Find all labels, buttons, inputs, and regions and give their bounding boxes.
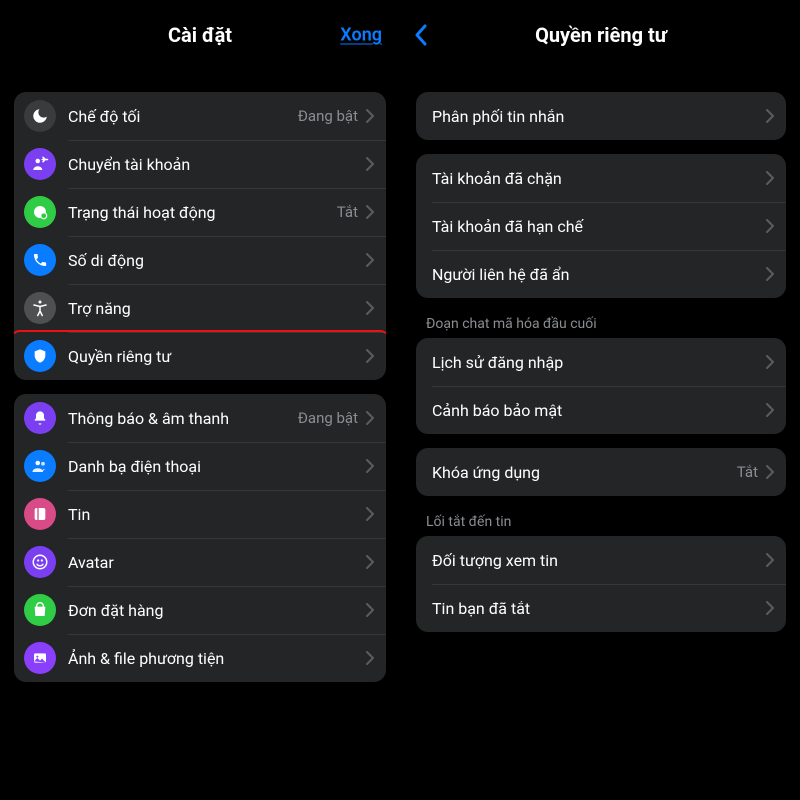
switch-account-icon xyxy=(24,148,56,180)
section-e2e-header: Đoạn chat mã hóa đầu cuối xyxy=(416,298,786,338)
chevron-right-icon xyxy=(766,267,774,281)
row-notifications[interactable]: Thông báo & âm thanh Đang bật xyxy=(14,394,386,442)
navbar-privacy: Quyền riêng tư xyxy=(402,0,800,70)
row-orders[interactable]: Đơn đặt hàng xyxy=(14,586,386,634)
row-label: Quyền riêng tư xyxy=(68,347,362,366)
chevron-right-icon xyxy=(366,507,374,521)
settings-group-1: Chế độ tối Đang bật Chuyển tài khoản Trạ… xyxy=(14,92,386,380)
row-label: Trợ năng xyxy=(68,299,362,318)
accessibility-icon xyxy=(24,292,56,324)
chevron-right-icon xyxy=(766,403,774,417)
row-switch-account[interactable]: Chuyển tài khoản xyxy=(14,140,386,188)
row-active-status[interactable]: Trạng thái hoạt động Tắt xyxy=(14,188,386,236)
row-label: Chế độ tối xyxy=(68,107,298,126)
chevron-right-icon xyxy=(766,465,774,479)
contacts-icon xyxy=(24,450,56,482)
chevron-right-icon xyxy=(766,601,774,615)
chevron-right-icon xyxy=(766,171,774,185)
row-label: Đối tượng xem tin xyxy=(432,551,762,570)
done-button[interactable]: Xong xyxy=(340,25,382,46)
row-accessibility[interactable]: Trợ năng xyxy=(14,284,386,332)
row-label: Khóa ứng dụng xyxy=(432,463,737,482)
row-restricted-accounts[interactable]: Tài khoản đã hạn chế xyxy=(416,202,786,250)
row-label: Ảnh & file phương tiện xyxy=(68,649,362,668)
row-mobile-number[interactable]: Số di động xyxy=(14,236,386,284)
privacy-group-delivery: Phân phối tin nhắn xyxy=(416,92,786,140)
chevron-right-icon xyxy=(766,355,774,369)
orders-icon xyxy=(24,594,56,626)
row-label: Tin xyxy=(68,505,362,524)
bell-icon xyxy=(24,402,56,434)
row-label: Trạng thái hoạt động xyxy=(68,203,337,222)
settings-content: Chế độ tối Đang bật Chuyển tài khoản Trạ… xyxy=(0,92,400,702)
chevron-right-icon xyxy=(366,459,374,473)
chevron-right-icon xyxy=(366,603,374,617)
chevron-right-icon xyxy=(366,253,374,267)
row-label: Danh bạ điện thoại xyxy=(68,457,362,476)
row-value: Đang bật xyxy=(298,409,358,427)
row-label: Avatar xyxy=(68,553,362,572)
row-login-history[interactable]: Lịch sử đăng nhập xyxy=(416,338,786,386)
row-security-alerts[interactable]: Cảnh báo bảo mật xyxy=(416,386,786,434)
row-label: Thông báo & âm thanh xyxy=(68,409,298,428)
screen-settings: Cài đặt Xong Chế độ tối Đang bật Chuyể xyxy=(0,0,400,800)
row-label: Chuyển tài khoản xyxy=(68,155,362,174)
section-story-shortcut-header: Lối tắt đến tin xyxy=(416,496,786,536)
privacy-group-e2e: Lịch sử đăng nhập Cảnh báo bảo mật xyxy=(416,338,786,434)
phone-icon xyxy=(24,244,56,276)
shield-icon xyxy=(24,340,56,372)
chevron-right-icon xyxy=(766,219,774,233)
row-label: Đơn đặt hàng xyxy=(68,601,362,620)
row-media[interactable]: Ảnh & file phương tiện xyxy=(14,634,386,682)
settings-group-2: Thông báo & âm thanh Đang bật Danh bạ đi… xyxy=(14,394,386,682)
media-icon xyxy=(24,642,56,674)
privacy-group-story-shortcut: Đối tượng xem tin Tin bạn đã tắt xyxy=(416,536,786,632)
row-hidden-contacts[interactable]: Người liên hệ đã ẩn xyxy=(416,250,786,298)
row-story[interactable]: Tin xyxy=(14,490,386,538)
row-privacy[interactable]: Quyền riêng tư xyxy=(14,332,386,380)
screen-privacy: Quyền riêng tư Phân phối tin nhắn Tài kh… xyxy=(400,0,800,800)
row-label: Phân phối tin nhắn xyxy=(432,107,762,126)
chevron-right-icon xyxy=(766,553,774,567)
row-message-delivery[interactable]: Phân phối tin nhắn xyxy=(416,92,786,140)
story-icon xyxy=(24,498,56,530)
settings-title: Cài đặt xyxy=(168,23,232,47)
chevron-right-icon xyxy=(366,301,374,315)
privacy-group-applock: Khóa ứng dụng Tắt xyxy=(416,448,786,496)
row-label: Lịch sử đăng nhập xyxy=(432,353,762,372)
row-value: Tắt xyxy=(737,463,758,481)
row-avatar[interactable]: Avatar xyxy=(14,538,386,586)
row-label: Tài khoản đã hạn chế xyxy=(432,217,762,236)
row-muted-stories[interactable]: Tin bạn đã tắt xyxy=(416,584,786,632)
row-app-lock[interactable]: Khóa ứng dụng Tắt xyxy=(416,448,786,496)
privacy-group-accounts: Tài khoản đã chặn Tài khoản đã hạn chế N… xyxy=(416,154,786,298)
row-label: Người liên hệ đã ẩn xyxy=(432,265,762,284)
row-dark-mode[interactable]: Chế độ tối Đang bật xyxy=(14,92,386,140)
chevron-right-icon xyxy=(366,157,374,171)
row-phone-contacts[interactable]: Danh bạ điện thoại xyxy=(14,442,386,490)
row-label: Tin bạn đã tắt xyxy=(432,599,762,618)
row-value: Tắt xyxy=(337,203,358,221)
row-story-audience[interactable]: Đối tượng xem tin xyxy=(416,536,786,584)
back-button[interactable] xyxy=(414,24,428,46)
chevron-right-icon xyxy=(366,555,374,569)
chevron-right-icon xyxy=(366,349,374,363)
privacy-content: Phân phối tin nhắn Tài khoản đã chặn Tài… xyxy=(402,92,800,652)
row-blocked-accounts[interactable]: Tài khoản đã chặn xyxy=(416,154,786,202)
active-status-icon xyxy=(24,196,56,228)
chevron-right-icon xyxy=(366,205,374,219)
row-value: Đang bật xyxy=(298,107,358,125)
chevron-right-icon xyxy=(766,109,774,123)
navbar-settings: Cài đặt Xong xyxy=(0,0,400,70)
row-label: Cảnh báo bảo mật xyxy=(432,401,762,420)
privacy-title: Quyền riêng tư xyxy=(535,23,667,47)
row-label: Tài khoản đã chặn xyxy=(432,169,762,188)
chevron-right-icon xyxy=(366,411,374,425)
moon-icon xyxy=(24,100,56,132)
row-label: Số di động xyxy=(68,251,362,270)
avatar-icon xyxy=(24,546,56,578)
chevron-right-icon xyxy=(366,109,374,123)
chevron-right-icon xyxy=(366,651,374,665)
